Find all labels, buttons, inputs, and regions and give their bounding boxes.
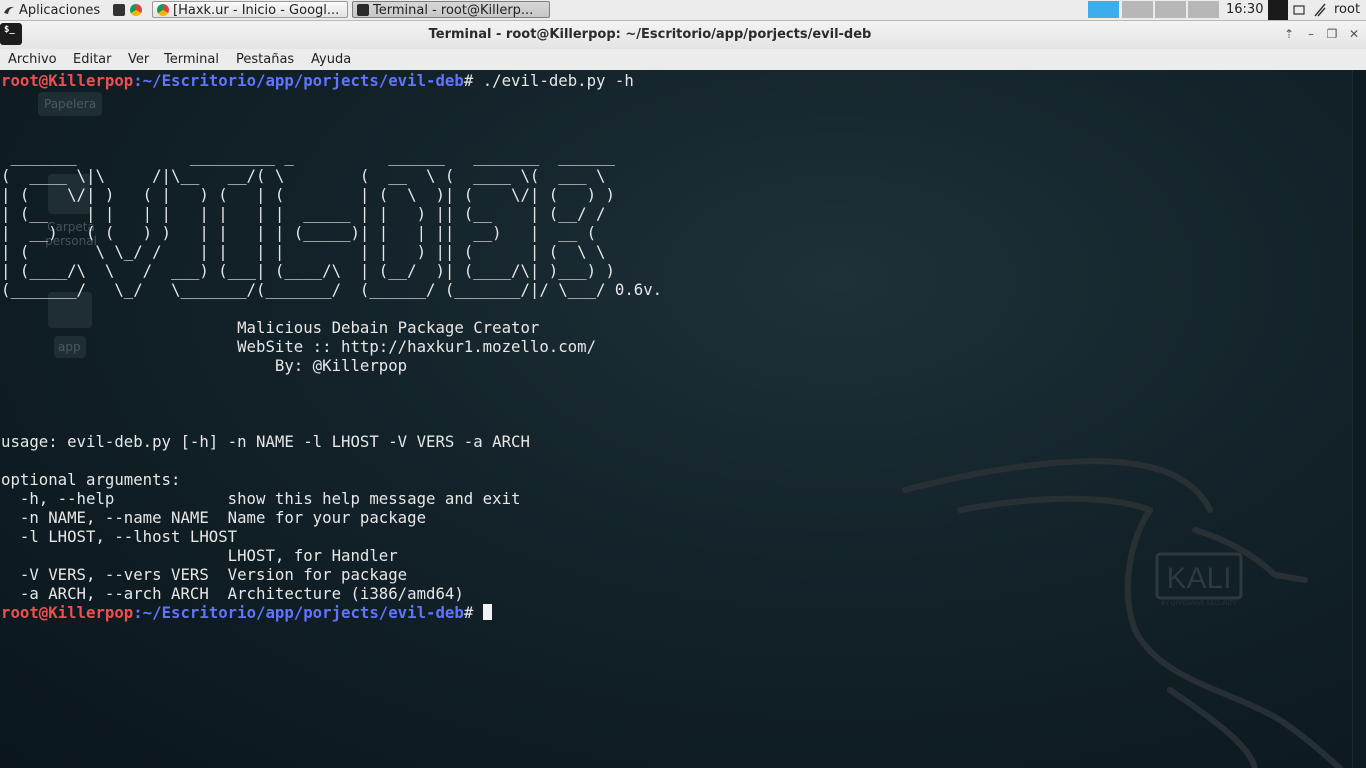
prompt-symbol: # xyxy=(463,71,483,90)
keep-above-icon[interactable]: ⇡ xyxy=(1282,27,1296,41)
prompt-user: root@Killerpop xyxy=(1,71,134,90)
banner-author: By: @Killerpop xyxy=(1,356,408,375)
menu-editar[interactable]: Editar xyxy=(72,49,113,70)
window-title: Terminal - root@Killerpop: ~/Escritorio/… xyxy=(428,27,872,42)
taskbar-item-terminal[interactable]: Terminal - root@Killerp... xyxy=(352,1,550,18)
text-cursor xyxy=(482,604,492,620)
option-line: -l LHOST, --lhost LHOST xyxy=(1,527,238,546)
ascii-banner-line: _______ _________ _ ______ _______ _____… xyxy=(1,147,634,166)
minimize-icon[interactable]: – xyxy=(1304,27,1318,41)
menu-pestanas[interactable]: Pestañas xyxy=(235,49,295,70)
option-line: -a ARCH, --arch ARCH Architecture (i386/… xyxy=(1,584,464,603)
typed-command: ./evil-deb.py -h xyxy=(482,71,634,90)
taskbar-item-label: Terminal - root@Killerp... xyxy=(373,3,534,18)
workspace-3[interactable] xyxy=(1155,1,1186,18)
option-line: -V VERS, --vers VERS Version for package xyxy=(1,565,408,584)
clock[interactable]: 16:30 xyxy=(1226,0,1263,20)
option-line: -h, --help show this help message and ex… xyxy=(1,489,521,508)
tray-dark-icon[interactable] xyxy=(1268,0,1288,20)
ascii-banner-line: (_______/ \_/ \_______/(_______/ (______… xyxy=(1,280,663,299)
top-panel: Aplicaciones [Haxk.ur - Inicio - Googl..… xyxy=(0,0,1366,21)
kali-dragon-icon xyxy=(4,6,14,14)
menu-ver[interactable]: Ver xyxy=(127,49,150,70)
chrome-launcher-icon[interactable] xyxy=(130,4,142,16)
prompt-user: root@Killerpop xyxy=(1,603,134,622)
menu-ayuda[interactable]: Ayuda xyxy=(310,49,352,70)
ascii-banner-line: | ( \ \_/ / | | | | | | ) || ( | ( \ \ xyxy=(1,242,615,261)
option-line: LHOST, for Handler xyxy=(1,546,398,565)
ascii-banner-line: | __) ( ( ) ) | | | | (_____)| | | || __… xyxy=(1,223,615,242)
desktop-icon-label: Papelera xyxy=(44,97,97,111)
network-icon[interactable] xyxy=(1313,2,1327,18)
applications-menu[interactable]: Aplicaciones xyxy=(0,0,100,20)
taskbar-item-chrome[interactable]: [Haxk.ur - Inicio - Googl... xyxy=(152,1,348,18)
banner-website: WebSite :: http://haxkur1.mozello.com/ xyxy=(1,337,597,356)
applications-label: Aplicaciones xyxy=(19,2,101,18)
battery-icon[interactable] xyxy=(1293,2,1306,18)
taskbar-item-label: [Haxk.ur - Inicio - Googl... xyxy=(173,3,340,18)
menubar: Archivo Editar Ver Terminal Pestañas Ayu… xyxy=(0,49,1366,71)
banner-subtitle: Malicious Debain Package Creator xyxy=(1,318,540,337)
user-menu[interactable]: root xyxy=(1334,0,1360,20)
ascii-banner-line: | ( \/| ) ( | ) ( | ( | ( \ )| ( \/| ( )… xyxy=(1,185,615,204)
prompt-path: :~/Escritorio/app/porjects/evil-deb xyxy=(133,603,464,622)
close-icon[interactable]: ✕ xyxy=(1347,27,1361,41)
kali-logo-subtext: BY OFFENSIVE SECURITY xyxy=(1161,601,1237,607)
kali-dragon-icon xyxy=(902,458,1343,768)
window-titlebar[interactable]: $_ Terminal - root@Killerpop: ~/Escritor… xyxy=(0,21,1366,50)
option-line: -n NAME, --name NAME Name for your packa… xyxy=(1,508,427,527)
terminal-view[interactable]: KALI BY OFFENSIVE SECURITY Papelera Carp… xyxy=(0,70,1352,768)
ascii-banner-line: | (____/\ \ / ___) (___| (____/\ | (__/ … xyxy=(1,261,615,280)
terminal-icon xyxy=(357,4,369,16)
workspace-4[interactable] xyxy=(1188,1,1219,18)
menu-archivo[interactable]: Archivo xyxy=(7,49,58,70)
optional-arguments-header: optional arguments: xyxy=(1,470,181,489)
menu-terminal[interactable]: Terminal xyxy=(163,49,220,70)
ascii-banner-line: | (__ | | | | | | | | _____ | | ) || (__… xyxy=(1,204,615,223)
workspace-2[interactable] xyxy=(1122,1,1153,18)
prompt-symbol: # xyxy=(463,603,483,622)
ascii-banner-line: ( ____ \|\ /|\__ __/( \ ( __ \ ( ____ \(… xyxy=(1,166,615,185)
active-prompt-line[interactable]: root@Killerpop:~/Escritorio/app/porjects… xyxy=(1,603,492,622)
chrome-icon xyxy=(157,4,169,16)
terminal-scrollbar[interactable] xyxy=(1352,70,1366,768)
kali-logo-text: KALI xyxy=(1166,562,1231,595)
workspace-1[interactable] xyxy=(1088,1,1119,18)
usage-line: usage: evil-deb.py [-h] -n NAME -l LHOST… xyxy=(1,432,530,451)
command-prompt-line: root@Killerpop:~/Escritorio/app/porjects… xyxy=(1,71,634,90)
maximize-icon[interactable]: ❐ xyxy=(1325,27,1339,41)
prompt-path: :~/Escritorio/app/porjects/evil-deb xyxy=(133,71,464,90)
terminal-launcher-icon[interactable] xyxy=(113,4,125,16)
